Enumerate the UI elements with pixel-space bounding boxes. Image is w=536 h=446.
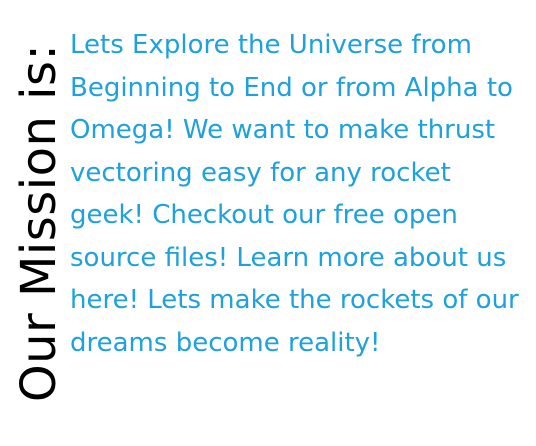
mission-heading: Our Mission is: xyxy=(11,43,67,403)
mission-heading-container: Our Mission is: xyxy=(8,0,70,446)
mission-statement: Lets Explore the Universe from Beginning… xyxy=(70,30,519,358)
